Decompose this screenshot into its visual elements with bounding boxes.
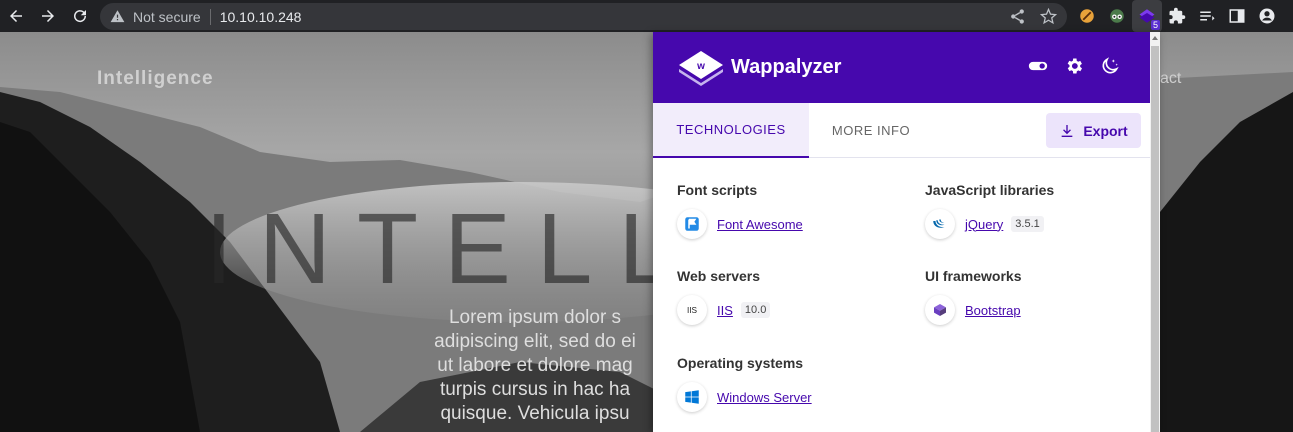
site-logo[interactable]: Intelligence	[97, 68, 214, 90]
extensions-menu-button[interactable]	[1162, 0, 1192, 32]
back-button[interactable]	[0, 0, 32, 32]
category-title: Web servers	[677, 268, 761, 284]
url-text[interactable]: 10.10.10.248	[220, 9, 302, 25]
omnibox-actions	[1009, 3, 1057, 30]
wappalyzer-popup: w Wappalyzer TECHNOLOGIES MORE INFO Expo…	[653, 32, 1160, 432]
address-bar[interactable]: Not secure 10.10.10.248	[100, 3, 1067, 30]
settings-gear-icon[interactable]	[1064, 56, 1084, 76]
extensions-area: 5	[1072, 0, 1282, 32]
jquery-icon	[925, 209, 955, 239]
wappalyzer-extension-button[interactable]: 5	[1132, 0, 1162, 32]
extension-orange-icon	[1080, 9, 1094, 23]
category-title: UI frameworks	[925, 268, 1022, 284]
toggle-icon[interactable]	[1028, 56, 1048, 76]
brand-name: Wappalyzer	[731, 55, 842, 78]
browser-toolbar: Not secure 10.10.10.248 5	[0, 0, 1293, 32]
svg-text:IIS: IIS	[687, 306, 698, 315]
share-icon[interactable]	[1009, 8, 1026, 25]
category-operating-systems: Operating systems Windows Server	[677, 355, 812, 412]
puzzle-icon	[1169, 7, 1186, 24]
category-font-scripts: Font scripts Font Awesome	[677, 182, 803, 239]
header-actions	[1028, 56, 1120, 76]
download-icon	[1061, 124, 1073, 137]
hero-line: adipiscing elit, sed do ei	[434, 331, 636, 352]
avatar-icon	[1259, 8, 1275, 24]
extension-button[interactable]	[1072, 0, 1102, 32]
svg-text:w: w	[696, 61, 705, 72]
wappalyzer-logo-icon: w	[679, 51, 723, 86]
arrow-left-icon	[10, 10, 22, 22]
hero-line: quisque. Vehicula ipsu	[440, 403, 630, 424]
technology-link[interactable]: Font Awesome	[717, 217, 803, 232]
hero-line: Lorem ipsum dolor s	[448, 307, 622, 328]
popup-tabs: TECHNOLOGIES MORE INFO Export	[653, 103, 1150, 158]
technology-item[interactable]: Bootstrap	[925, 295, 1021, 325]
technology-link[interactable]: jQuery	[965, 217, 1003, 232]
export-label: Export	[1083, 122, 1128, 139]
export-button[interactable]: Export	[1046, 113, 1141, 148]
scroll-up-arrow-icon[interactable]	[1151, 34, 1159, 42]
wappalyzer-brand: w Wappalyzer	[677, 47, 841, 87]
reload-icon	[74, 10, 87, 23]
iis-icon: IIS	[677, 295, 707, 325]
popup-scrollbar[interactable]	[1150, 32, 1160, 432]
category-ui-frameworks: UI frameworks Bootstrap	[925, 268, 1021, 325]
technology-item[interactable]: Windows Server	[677, 382, 812, 412]
extension-count-badge: 5	[1150, 20, 1160, 30]
category-javascript-libraries: JavaScript libraries jQuery 3.5.1	[925, 182, 1054, 239]
reading-list-button[interactable]	[1192, 0, 1222, 32]
technology-item[interactable]: IIS IIS 10.0	[677, 295, 771, 325]
omnibox-separator	[209, 8, 211, 25]
side-panel-icon	[1229, 9, 1245, 23]
bootstrap-icon	[925, 295, 955, 325]
scrollbar-thumb[interactable]	[1151, 46, 1159, 432]
spy-glasses-icon	[1110, 9, 1124, 23]
bookmark-star-icon[interactable]	[1040, 8, 1057, 25]
warning-icon	[110, 10, 125, 23]
hero-line: turpis cursus in hac ha	[439, 379, 631, 400]
font-awesome-icon	[677, 209, 707, 239]
hero-line: ut labore et dolore mag	[437, 355, 633, 376]
category-title: Operating systems	[677, 355, 804, 371]
reading-list-icon	[1200, 11, 1215, 21]
extension-button[interactable]	[1102, 0, 1132, 32]
profile-button[interactable]	[1252, 0, 1282, 32]
moon-icon[interactable]	[1100, 56, 1120, 76]
category-web-servers: Web servers IIS IIS 10.0	[677, 268, 771, 325]
category-title: Font scripts	[677, 182, 758, 198]
popup-header: w Wappalyzer	[653, 32, 1150, 103]
tab-more-info[interactable]: MORE INFO	[809, 103, 933, 158]
technology-item[interactable]: Font Awesome	[677, 209, 803, 239]
technology-link[interactable]: IIS	[717, 303, 733, 318]
technology-link[interactable]: Bootstrap	[965, 303, 1021, 318]
side-panel-button[interactable]	[1222, 0, 1252, 32]
version-badge: 10.0	[740, 302, 771, 318]
reload-button[interactable]	[64, 0, 96, 32]
security-label[interactable]: Not secure	[133, 9, 201, 25]
arrow-right-icon	[42, 10, 54, 22]
tab-technologies[interactable]: TECHNOLOGIES	[653, 103, 809, 158]
forward-button[interactable]	[32, 0, 64, 32]
category-title: JavaScript libraries	[925, 182, 1055, 198]
hero-paragraph: Lorem ipsum dolor s adipiscing elit, sed…	[405, 306, 665, 426]
site-nav-contact[interactable]: act	[1160, 70, 1181, 88]
technology-item[interactable]: jQuery 3.5.1	[925, 209, 1054, 239]
version-badge: 3.5.1	[1011, 216, 1044, 232]
technology-link[interactable]: Windows Server	[717, 390, 812, 405]
windows-icon	[677, 382, 707, 412]
